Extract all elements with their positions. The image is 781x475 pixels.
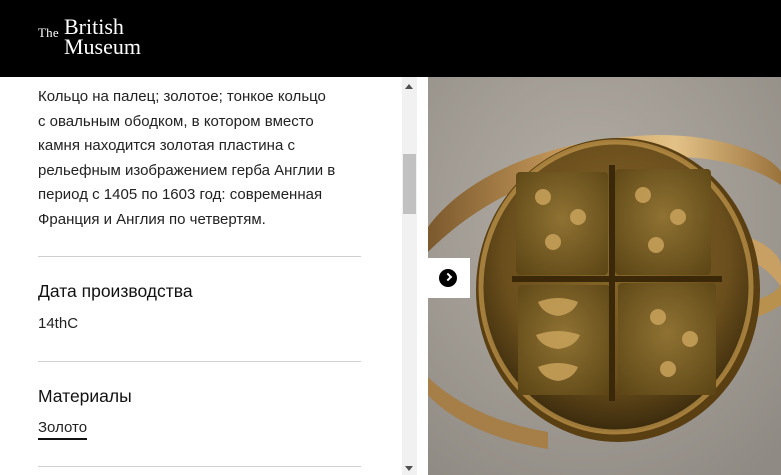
- description-line: рельефным изображением герба Англии в: [38, 161, 336, 179]
- object-description: Кольцо на палец; золотое; тонкое кольцо …: [38, 85, 368, 232]
- scroll-up-arrow-icon[interactable]: [405, 84, 413, 89]
- object-photo[interactable]: [428, 77, 781, 475]
- section-divider: [38, 361, 361, 362]
- gold-signet-ring-photo: [428, 77, 781, 475]
- materials-title: Материалы: [38, 386, 132, 406]
- section-divider: [38, 466, 361, 467]
- description-line: с овальным ободком, в котором вместо: [38, 112, 314, 130]
- panel-gap: [417, 77, 428, 475]
- site-header: The British Museum: [0, 0, 781, 77]
- description-line: камня находится золотая пластина с: [38, 137, 295, 154]
- description-line: период с 1405 по 1603 год: современная: [38, 186, 323, 203]
- logo-museum: Museum: [64, 34, 141, 59]
- panel-scrollbar[interactable]: [402, 77, 417, 475]
- production-date-value: 14thC: [38, 315, 79, 332]
- logo-the: The: [38, 25, 59, 40]
- materials-value: Золото: [38, 419, 88, 440]
- description-line: Кольцо на палец; золотое; тонкое кольцо: [38, 88, 326, 105]
- next-image-button[interactable]: [428, 258, 470, 298]
- object-details-panel: Кольцо на палец; золотое; тонкое кольцо …: [0, 77, 402, 475]
- scroll-down-arrow-icon[interactable]: [405, 466, 413, 471]
- materials-link[interactable]: Золото: [38, 419, 88, 440]
- scroll-thumb[interactable]: [403, 154, 416, 214]
- description-line: Франция и Англия по четвертям.: [38, 210, 266, 228]
- chevron-right-icon: [439, 269, 457, 287]
- production-date-title: Дата производства: [38, 281, 193, 301]
- section-divider: [38, 256, 361, 257]
